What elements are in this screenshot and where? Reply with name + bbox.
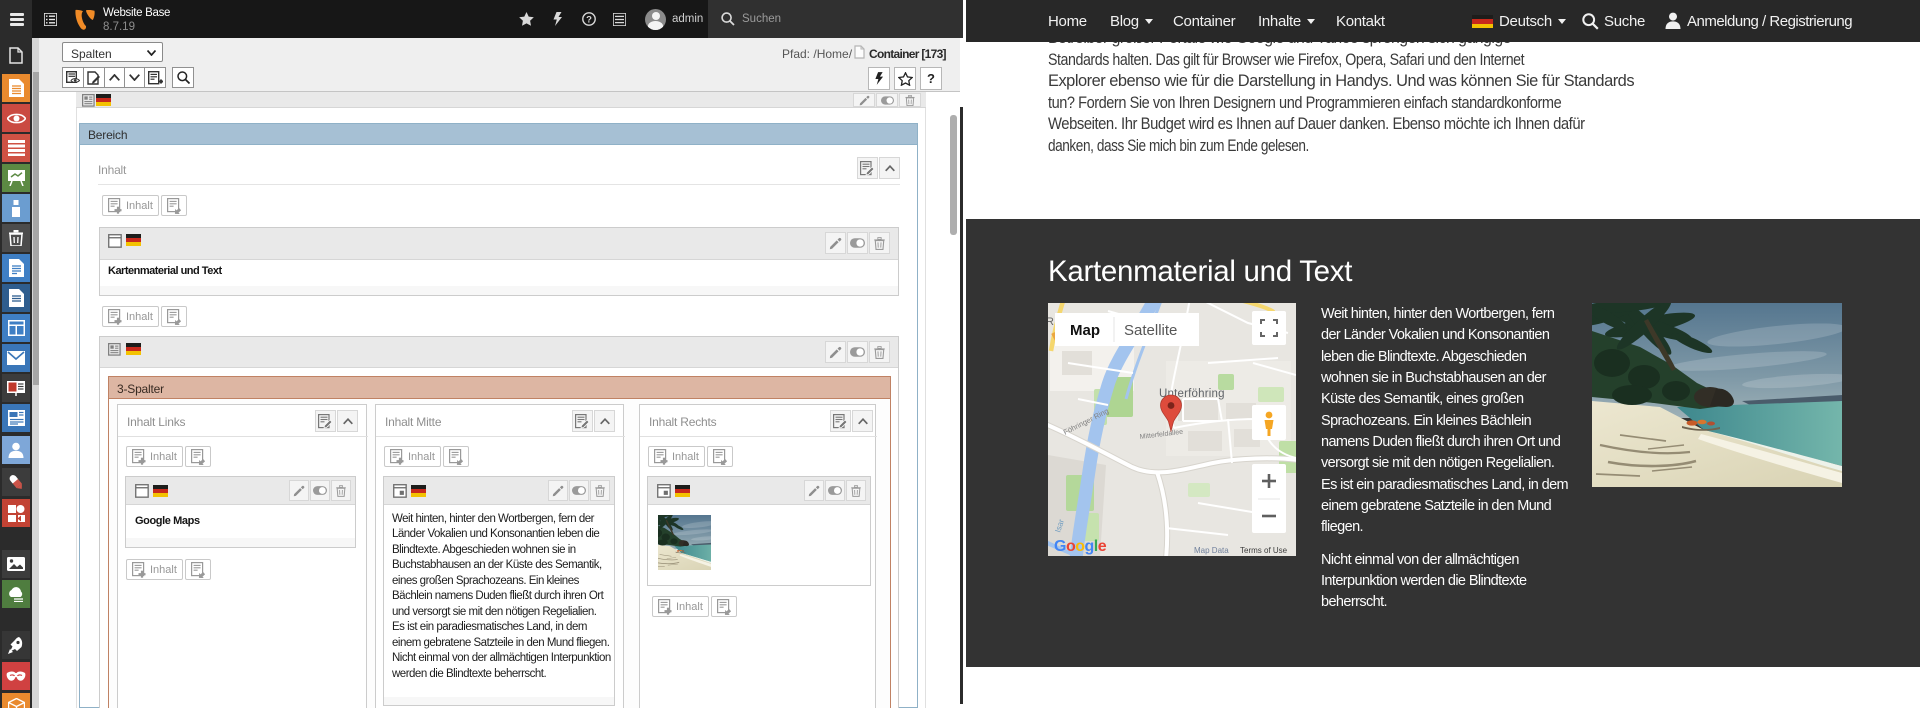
- svg-text:Map Data: Map Data: [1194, 546, 1229, 555]
- svg-text:Map: Map: [1070, 322, 1100, 339]
- svg-text:?: ?: [586, 14, 592, 25]
- svg-text:Terms of Use: Terms of Use: [1240, 546, 1288, 555]
- svg-text:R: R: [1048, 316, 1054, 328]
- svg-text:Google: Google: [1054, 538, 1107, 555]
- svg-text:Satellite: Satellite: [1124, 322, 1177, 339]
